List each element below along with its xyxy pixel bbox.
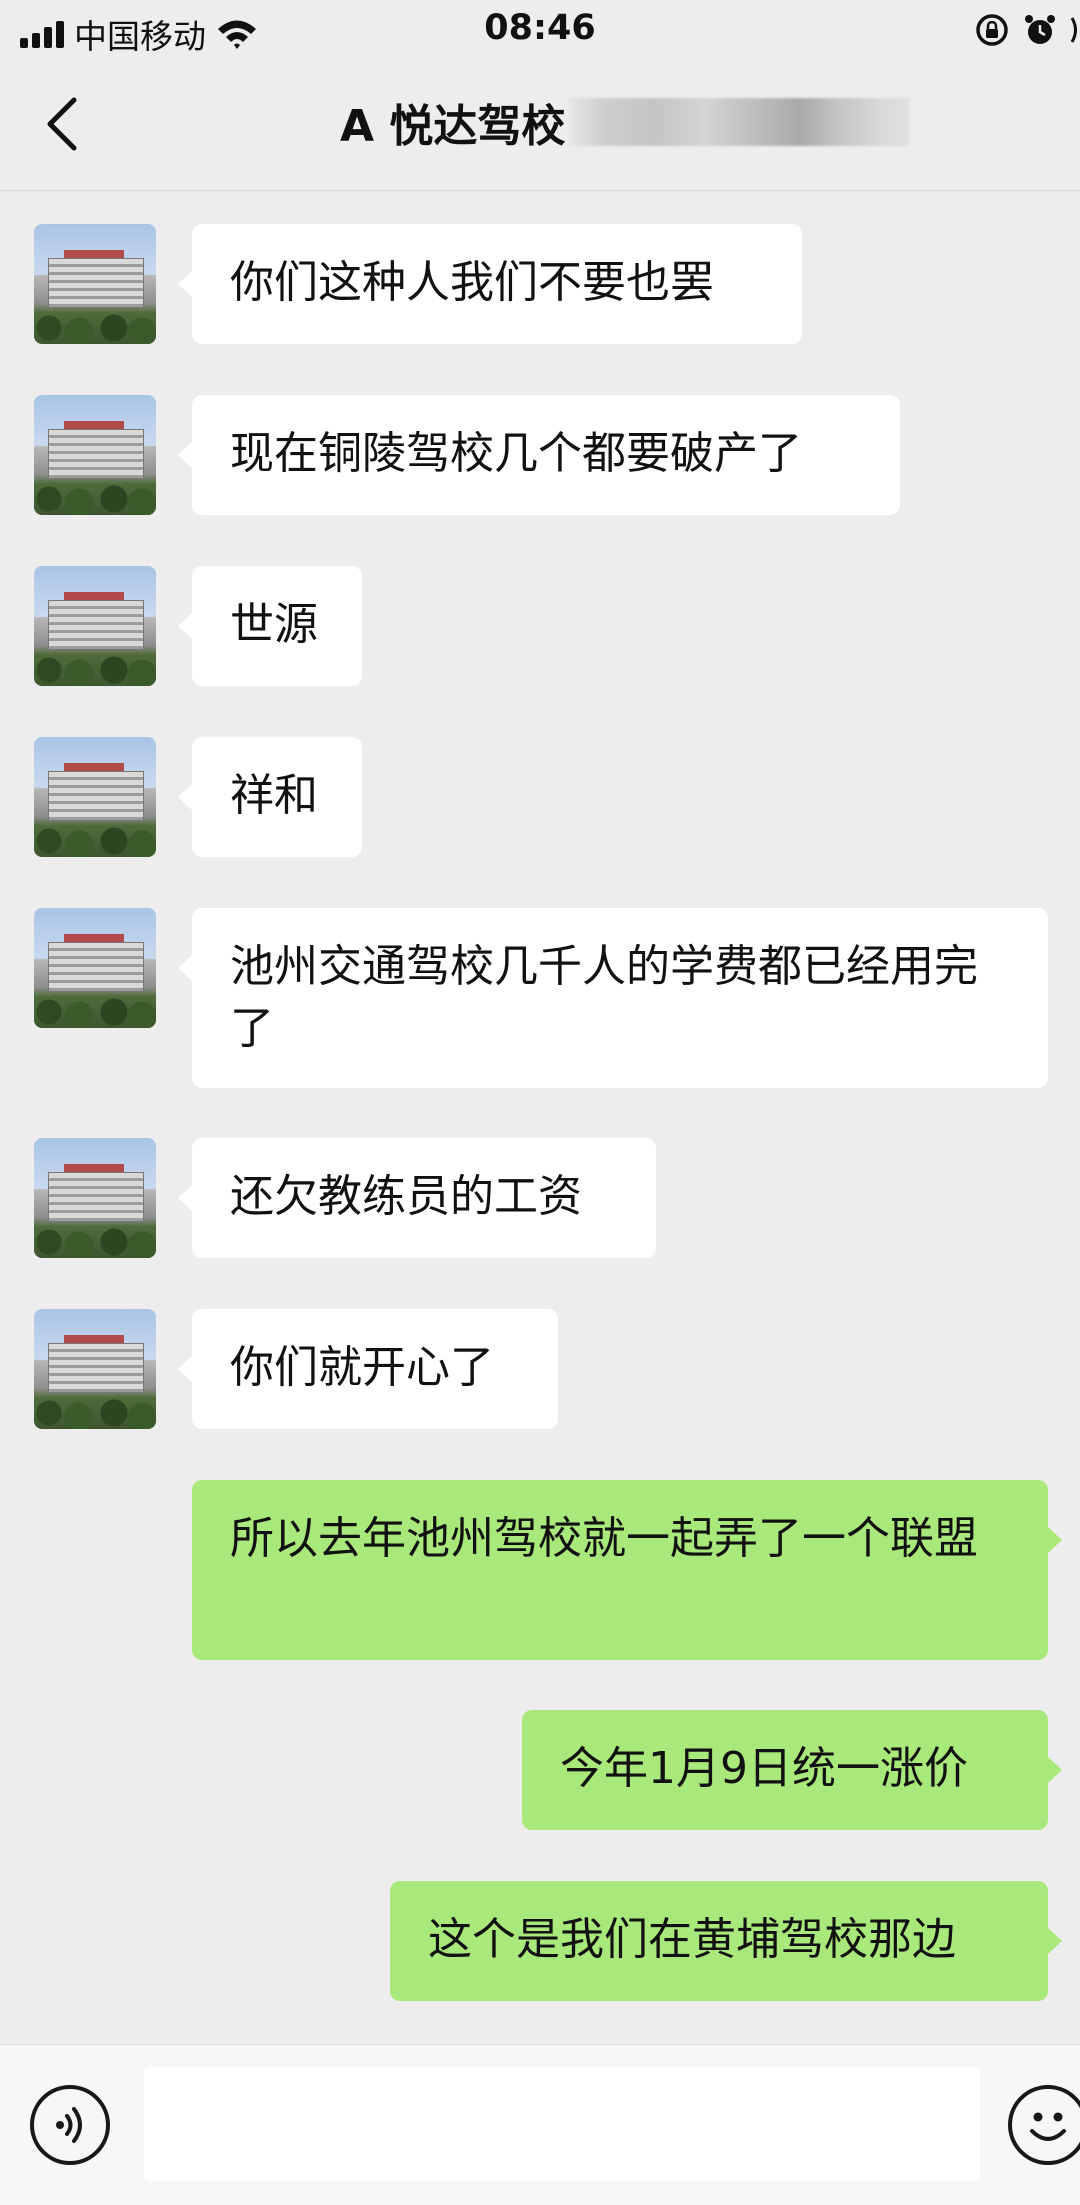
message-bubble[interactable]: 现在铜陵驾校几个都要破产了 (178, 395, 900, 515)
status-overflow-icon (1070, 17, 1077, 43)
title-redaction (569, 98, 910, 146)
avatar[interactable] (34, 908, 156, 1028)
message-bubble[interactable]: 你们这种人我们不要也罢 (178, 224, 802, 344)
chat-title: A 悦达驾校 (340, 101, 566, 152)
message-bubble[interactable]: 世源 (178, 566, 362, 686)
message-bubble-outgoing[interactable]: 这个是我们在黄埔驾校那边 (390, 1881, 1062, 2001)
message-bubble-outgoing[interactable]: 所以去年池州驾校就一起弄了一个联盟 (192, 1480, 1062, 1660)
input-bar (0, 2044, 1080, 2205)
alarm-icon (1025, 15, 1055, 44)
nav-bar: A 悦达驾校 (0, 62, 1080, 191)
avatar[interactable] (34, 566, 156, 686)
message-bubble[interactable]: 祥和 (178, 737, 362, 857)
emoji-button[interactable] (1008, 2085, 1080, 2165)
chat-title-area: A 悦达驾校 (340, 92, 910, 152)
avatar[interactable] (34, 737, 156, 857)
status-right (974, 12, 1080, 48)
avatar[interactable] (34, 1309, 156, 1429)
rotation-lock-icon (976, 14, 1008, 46)
back-button[interactable] (36, 92, 92, 156)
status-bar: 中国移动 08:46 (0, 0, 1080, 62)
message-bubble[interactable]: 还欠教练员的工资 (178, 1138, 656, 1258)
avatar[interactable] (34, 395, 156, 515)
voice-button[interactable] (30, 2085, 110, 2165)
message-bubble[interactable]: 你们就开心了 (178, 1309, 558, 1429)
voice-icon (56, 2107, 82, 2143)
chevron-left-icon (47, 97, 77, 151)
avatar[interactable] (34, 1138, 156, 1258)
status-time: 08:46 (484, 8, 596, 48)
emoji-icon (1030, 2112, 1066, 2141)
message-input[interactable] (144, 2067, 980, 2181)
avatar[interactable] (34, 224, 156, 344)
message-bubble-outgoing[interactable]: 今年1月9日统一涨价 (522, 1710, 1062, 1830)
message-bubble[interactable]: 池州交通驾校几千人的学费都已经用完了 (178, 908, 1048, 1088)
